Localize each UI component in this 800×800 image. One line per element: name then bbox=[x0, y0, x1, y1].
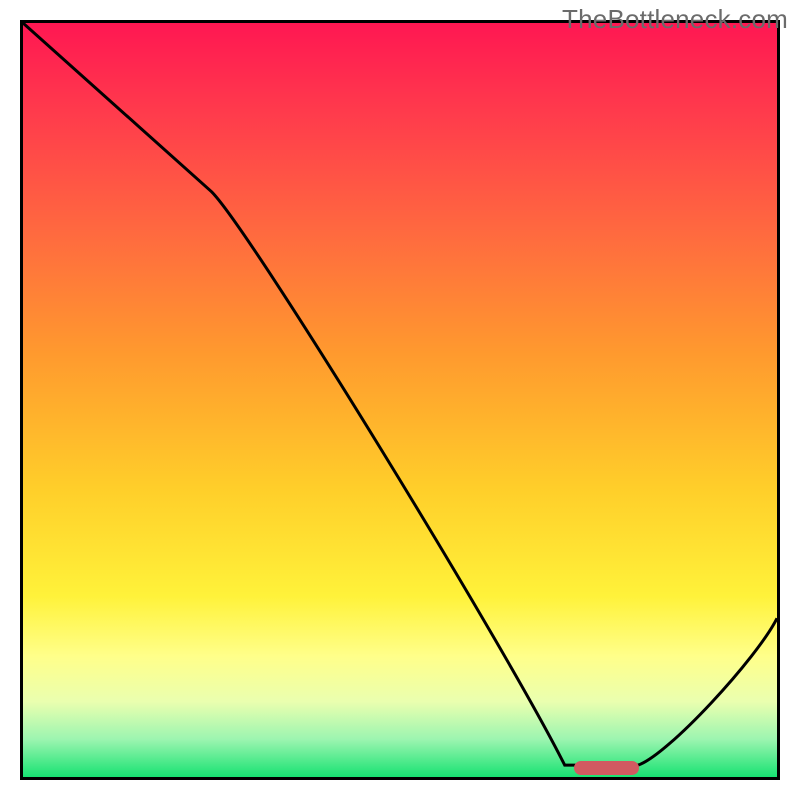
optimal-range-marker bbox=[574, 761, 639, 775]
bottleneck-curve bbox=[23, 23, 777, 777]
watermark-text: TheBottleneck.com bbox=[562, 4, 788, 35]
curve-path bbox=[23, 23, 777, 765]
plot-area bbox=[20, 20, 780, 780]
bottleneck-chart: TheBottleneck.com bbox=[0, 0, 800, 800]
